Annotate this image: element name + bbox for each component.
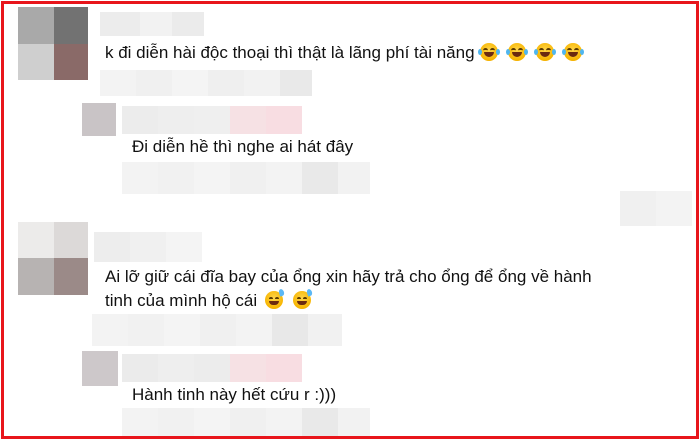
comment-text: k đi diễn hài độc thoại thì thật là lãng…	[105, 42, 584, 64]
reply-text: Đi diễn hề thì nghe ai hát đây	[132, 137, 354, 156]
face-with-tears-of-joy-icon	[561, 43, 584, 61]
comment-text-line-2: tinh của mình hộ cái	[105, 288, 314, 312]
grinning-face-with-sweat-icon	[265, 288, 286, 309]
face-with-tears-of-joy-icon	[533, 43, 556, 61]
face-with-tears-of-joy-icon	[477, 43, 500, 61]
avatar-pixelated[interactable]	[82, 103, 116, 136]
avatar-pixelated[interactable]	[82, 351, 118, 386]
screenshot-frame: k đi diễn hài độc thoại thì thật là lãng…	[1, 1, 699, 439]
reply-text: Hành tinh này hết cứu r :)))	[132, 385, 337, 404]
comment-body: k đi diễn hài độc thoại thì thật là lãng…	[105, 43, 475, 62]
grinning-face-with-sweat-icon	[293, 288, 314, 309]
face-with-tears-of-joy-icon	[505, 43, 528, 61]
comment-text-line-1: Ai lỡ giữ cái đĩa bay của ổng xin hãy tr…	[105, 267, 592, 286]
comment-body: tinh của mình hộ cái	[105, 291, 258, 310]
